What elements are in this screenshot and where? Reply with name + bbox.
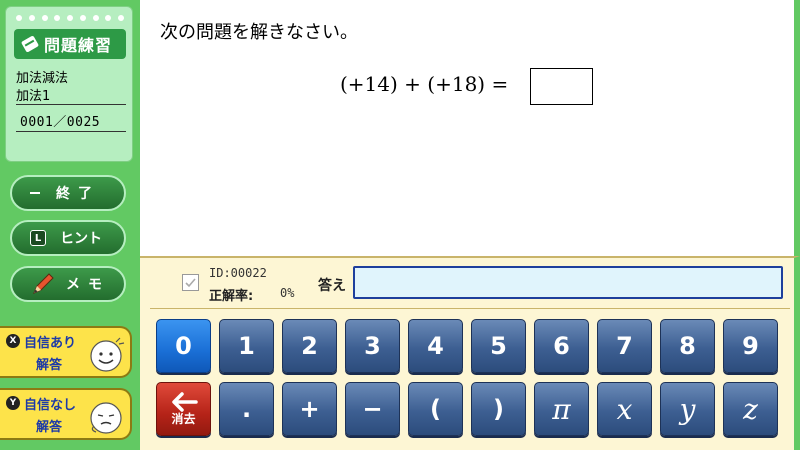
answer-label: 答え — [318, 278, 346, 294]
hint-button[interactable]: L ヒント — [10, 220, 126, 256]
check-icon — [182, 274, 199, 291]
end-button[interactable]: 終了 — [10, 175, 126, 211]
key-y[interactable]: y — [660, 382, 715, 436]
end-button-label: 終了 — [56, 186, 100, 202]
question-instruction: 次の問題を解きなさい。 — [160, 22, 358, 43]
divider — [150, 308, 790, 309]
subcategory-label: 加法1 — [16, 89, 51, 104]
key-plus[interactable]: + — [282, 382, 337, 436]
x-key-icon: X — [6, 334, 20, 348]
divider — [16, 131, 126, 132]
thinking-face-icon — [90, 402, 122, 434]
hint-button-label: ヒント — [60, 231, 102, 247]
pencil-icon — [30, 271, 56, 297]
key-6[interactable]: 6 — [534, 319, 589, 373]
confident-answer-button[interactable]: X 自信あり 解答 — [0, 326, 132, 378]
memo-button[interactable]: メモ — [10, 266, 126, 302]
answer-box[interactable] — [530, 68, 593, 105]
mode-banner: 問題練習 — [14, 29, 126, 59]
problem-id: ID:00022 — [209, 266, 267, 280]
minus-icon — [30, 192, 40, 194]
y-key-icon: Y — [6, 396, 20, 410]
key-z[interactable]: z — [723, 382, 778, 436]
key-pi[interactable]: π — [534, 382, 589, 436]
key-decimal[interactable]: . — [219, 382, 274, 436]
unsure-answer-button[interactable]: Y 自信なし 解答 — [0, 388, 132, 440]
left-arrow-icon — [171, 391, 198, 412]
key-5[interactable]: 5 — [471, 319, 526, 373]
pencil-tag-icon — [20, 34, 40, 54]
divider — [16, 104, 126, 105]
key-open-paren[interactable]: ( — [408, 382, 463, 436]
accuracy-value: 0% — [280, 286, 295, 300]
input-panel: ID:00022 正解率: 0% 答え 0 1 2 3 4 5 6 7 8 9 … — [140, 256, 800, 450]
progress-counter: 0001／0025 — [20, 115, 101, 130]
math-expression: (+14) + (+18) = — [340, 72, 509, 96]
key-close-paren[interactable]: ) — [471, 382, 526, 436]
question-area: 次の問題を解きなさい。 (+14) + (+18) = — [140, 0, 800, 256]
backspace-label: 消去 — [171, 411, 196, 426]
unsure-label: 自信なし — [24, 398, 77, 413]
key-8[interactable]: 8 — [660, 319, 715, 373]
mode-title: 問題練習 — [44, 36, 113, 55]
key-7[interactable]: 7 — [597, 319, 652, 373]
key-x[interactable]: x — [597, 382, 652, 436]
key-9[interactable]: 9 — [723, 319, 778, 373]
memo-button-label: メモ — [66, 277, 110, 293]
accuracy-label: 正解率: — [209, 289, 254, 304]
key-0[interactable]: 0 — [156, 319, 211, 373]
key-2[interactable]: 2 — [282, 319, 337, 373]
key-4[interactable]: 4 — [408, 319, 463, 373]
happy-face-icon — [90, 337, 125, 372]
key-1[interactable]: 1 — [219, 319, 274, 373]
l-key-icon: L — [30, 230, 46, 246]
confident-label: 自信あり — [24, 336, 77, 351]
confident-answer-label: 解答 — [36, 358, 63, 373]
backspace-button[interactable]: 消去 — [156, 382, 211, 436]
category-label: 加法減法 — [16, 71, 69, 86]
sidebar: 問題練習 加法減法 加法1 0001／0025 終了 L ヒント メモ X 自信… — [0, 0, 140, 450]
key-3[interactable]: 3 — [345, 319, 400, 373]
key-minus[interactable]: − — [345, 382, 400, 436]
notebook-rings — [16, 15, 124, 21]
problem-info-card: 問題練習 加法減法 加法1 0001／0025 — [5, 6, 133, 162]
unsure-answer-label: 解答 — [36, 420, 63, 435]
answer-input[interactable] — [353, 266, 783, 299]
